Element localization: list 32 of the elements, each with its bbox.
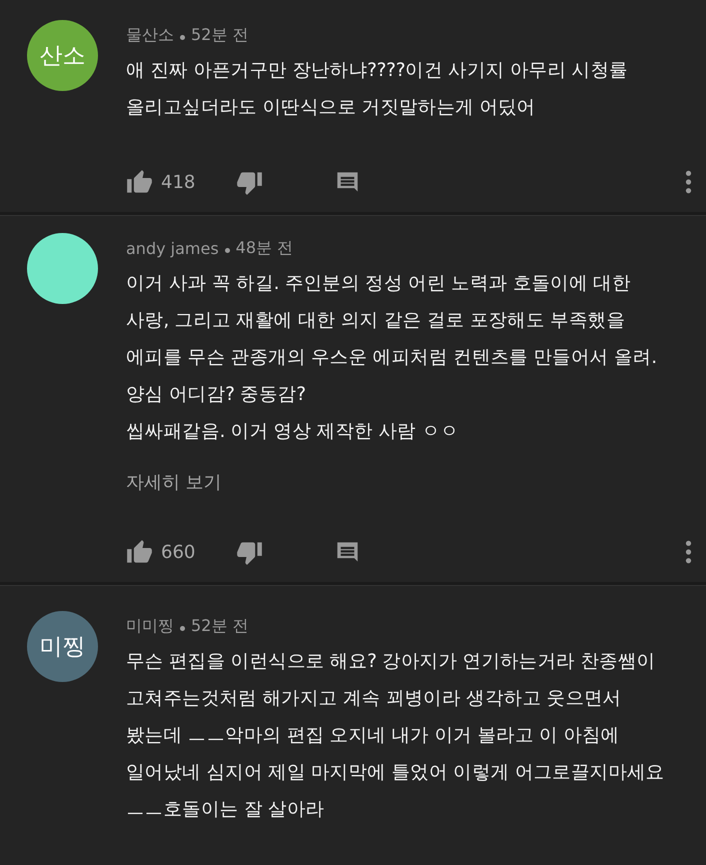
like-count: 418 bbox=[161, 172, 196, 192]
comment-text: 애 진짜 아픈거구만 장난하냐????이건 사기지 아무리 시청률 bbox=[126, 59, 629, 83]
author-name[interactable]: 물산소 bbox=[126, 24, 174, 46]
author-name[interactable]: 미미찡 bbox=[126, 616, 174, 636]
comment-text: 이거 사과 꼭 하길. 주인분의 정성 어린 노력과 호돌이에 대한 bbox=[126, 272, 632, 296]
thumbs-up-icon[interactable] bbox=[126, 538, 153, 566]
comment-text: 무슨 편집을 이런식으로 해요? 강아지가 연기하는거라 찬종쌤이 bbox=[126, 650, 656, 674]
like-count: 660 bbox=[161, 542, 196, 562]
comment-text: 사랑, 그리고 재활에 대한 의지 같은 걸로 포장해도 부족했을 bbox=[126, 309, 626, 333]
comment-time: 52분 전 bbox=[191, 616, 248, 636]
comment-text: 고쳐주는것처럼 해가지고 계속 꾀병이라 생각하고 웃으면서 bbox=[126, 687, 622, 711]
read-more-link[interactable]: 자세히 보기 bbox=[126, 470, 222, 494]
more-options-icon[interactable] bbox=[685, 169, 692, 195]
comment-text: 씹싸패같음. 이거 영상 제작한 사람 ㅇㅇ bbox=[126, 420, 460, 444]
author-name[interactable]: andy james bbox=[126, 238, 219, 258]
comment-text: ㅡㅡ호돌이는 잘 살아라 bbox=[126, 798, 326, 822]
comment-text: 올리고싶더라도 이딴식으로 거짓말하는게 어딨어 bbox=[126, 96, 536, 120]
comment-text: 봤는데 ㅡㅡ악마의 편집 오지네 내가 이거 볼라고 이 아침에 bbox=[126, 724, 620, 748]
dot-separator-icon bbox=[180, 34, 185, 40]
comment-time: 52분 전 bbox=[191, 24, 248, 46]
comment-text: 양심 어디감? 중동감? bbox=[126, 383, 307, 407]
dot-separator-icon bbox=[224, 248, 230, 252]
comment-text: 일어났네 심지어 제일 마지막에 틀었어 이렇게 어그로끌지마세요 bbox=[126, 761, 666, 785]
avatar-initials: 산소 bbox=[40, 42, 86, 71]
thumbs-up-icon[interactable] bbox=[126, 168, 153, 196]
dot-separator-icon bbox=[180, 626, 185, 630]
more-options-icon[interactable] bbox=[685, 539, 692, 565]
comment-text: 에피를 무슨 관종개의 우스운 에피처럼 컨텐츠를 만들어서 올려. bbox=[126, 346, 658, 370]
avatar[interactable]: 산소 bbox=[27, 20, 98, 91]
avatar-initials: 미찡 bbox=[40, 633, 86, 662]
comment-time: 48분 전 bbox=[236, 238, 294, 258]
avatar[interactable]: 미찡 bbox=[27, 611, 98, 682]
